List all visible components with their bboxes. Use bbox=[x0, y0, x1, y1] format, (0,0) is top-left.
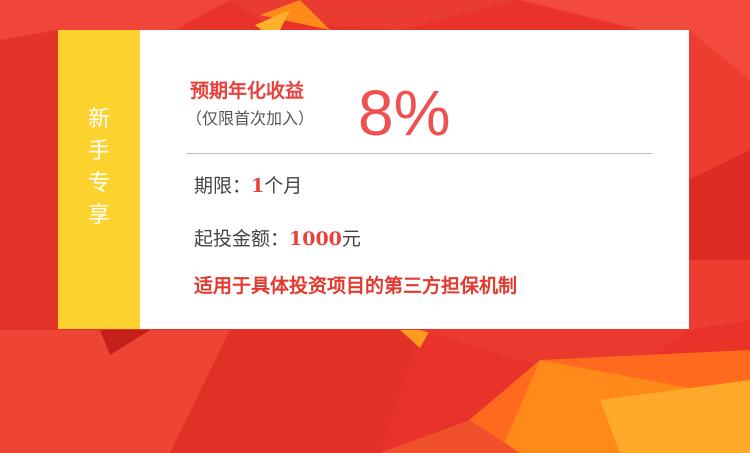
divider bbox=[186, 153, 652, 154]
guarantee-text: 适用于具体投资项目的第三方担保机制 bbox=[194, 275, 518, 297]
tag-char: 手 bbox=[87, 139, 110, 164]
expected-return-label: 预期年化收益 bbox=[190, 80, 305, 102]
promo-card: 新 手 专 享 预期年化收益 （仅限首次加入） 8% 期限：1个月 起投金额：1… bbox=[58, 30, 689, 329]
expected-return-value: 8% bbox=[358, 77, 451, 149]
term-label: 期限： bbox=[194, 175, 252, 197]
newbie-exclusive-label: 新 手 专 享 bbox=[58, 104, 140, 232]
minimum-investment-value: 1000 bbox=[289, 228, 342, 250]
tag-char: 新 bbox=[87, 107, 110, 132]
first-join-note: （仅限首次加入） bbox=[186, 109, 315, 128]
tag-char: 享 bbox=[87, 203, 110, 228]
minimum-investment-unit: 元 bbox=[341, 228, 361, 250]
term-value: 1 bbox=[251, 175, 265, 197]
tag-char: 专 bbox=[87, 171, 110, 196]
term-unit: 个月 bbox=[264, 175, 303, 197]
term-row: 期限：1个月 bbox=[194, 171, 302, 198]
minimum-investment-label: 起投金额： bbox=[194, 228, 290, 250]
minimum-investment-row: 起投金额：1000元 bbox=[194, 224, 361, 251]
newbie-exclusive-tag: 新 手 专 享 bbox=[58, 30, 140, 329]
